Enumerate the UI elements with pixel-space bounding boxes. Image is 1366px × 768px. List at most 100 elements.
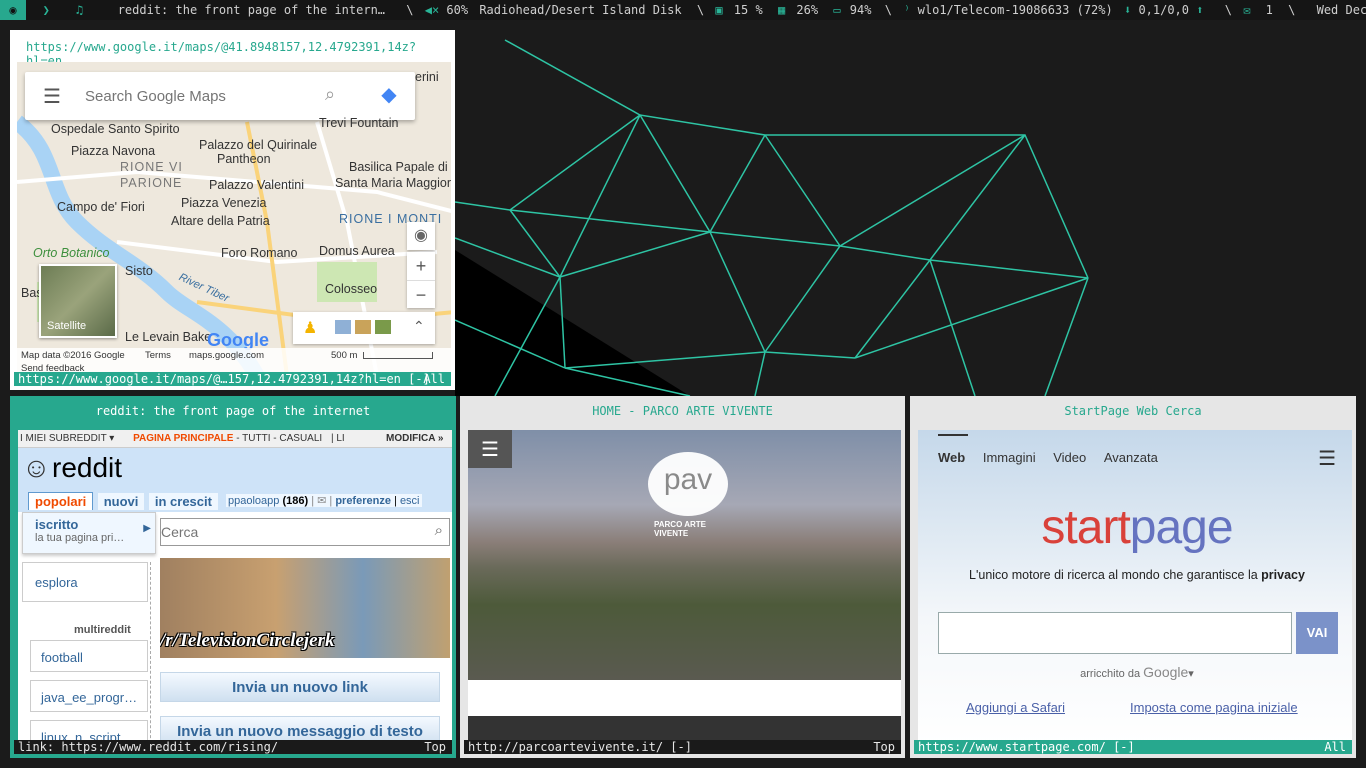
map-label[interactable]: Trevi Fountain <box>319 116 398 130</box>
pav-window-title: HOME - PARCO ARTE VIVENTE <box>464 400 901 422</box>
tab-video[interactable]: Video <box>1053 450 1086 465</box>
net-value: 0,1/0,0 <box>1138 3 1190 17</box>
pav-logo[interactable]: pav <box>648 452 728 516</box>
upload-icon: ⬆ <box>1196 3 1204 17</box>
map-label[interactable]: Piazza Navona <box>71 144 155 158</box>
hamburger-menu-button[interactable]: ☰ <box>468 430 512 468</box>
satellite-label: Satellite <box>47 320 87 332</box>
workspace-icon[interactable]: ◉ <box>0 0 26 20</box>
music-icon[interactable]: ♫ <box>66 0 92 20</box>
pav-window: HOME - PARCO ARTE VIVENTE ☰ pav PARCO AR… <box>460 396 905 758</box>
window-title: reddit: the front page of the intern… <box>117 3 386 17</box>
cpu-icon: ▣ <box>715 3 723 17</box>
terminal-icon[interactable]: ❯ <box>33 0 59 20</box>
map-label[interactable]: Colosseo <box>325 282 377 296</box>
sep: \ <box>696 3 705 17</box>
frontpage-link[interactable]: PAGINA PRINCIPALE <box>133 433 233 444</box>
username-link[interactable]: ppaoloapp <box>228 495 279 507</box>
submit-text-label: Invia un nuovo messaggio di testo <box>177 723 423 740</box>
logo-sub-line: PARCO ARTE <box>654 520 706 529</box>
set-homepage-link[interactable]: Imposta come pagina iniziale <box>1130 700 1298 715</box>
tab-images[interactable]: Immagini <box>983 450 1036 465</box>
preferences-link[interactable]: preferenze <box>335 495 391 507</box>
map-canvas[interactable]: ☰ ⌕ ◆ erini Ospedale Santo Spirito Trevi… <box>17 62 451 376</box>
logout-link[interactable]: esci <box>400 495 420 507</box>
maps-link[interactable]: maps.google.com <box>189 350 264 361</box>
multireddit-item[interactable]: football <box>30 640 148 672</box>
tab-advanced[interactable]: Avanzata <box>1104 450 1158 465</box>
chevron-right-icon: ▶ <box>143 523 151 534</box>
mail-icon[interactable]: | ✉ | <box>311 495 335 507</box>
explore-link[interactable]: esplora <box>35 575 78 590</box>
pav-statusline: http://parcoartevivente.it/ [-] Top <box>464 740 901 754</box>
expand-icon[interactable]: ⌃ <box>413 318 425 335</box>
zoom-out-button[interactable]: − <box>407 280 435 308</box>
search-submit-button[interactable]: VAI <box>1296 612 1338 654</box>
map-label[interactable]: Palazzo del Quirinale <box>199 138 317 152</box>
menu-icon[interactable]: ☰ <box>1318 446 1336 471</box>
mail-count: 1 <box>1265 3 1273 17</box>
map-label[interactable]: Santa Maria Maggiore <box>335 176 451 190</box>
sep: \ <box>406 3 414 17</box>
scroll-position: All <box>1324 740 1346 754</box>
map-label[interactable]: Sisto <box>125 264 153 278</box>
pegman-icon[interactable]: ♟ <box>303 318 317 338</box>
map-label[interactable]: Pantheon <box>217 152 271 166</box>
search-box: ⌕ <box>160 518 450 546</box>
tab-web[interactable]: Web <box>938 450 965 465</box>
logo-text: pav <box>663 463 713 496</box>
imagery-thumb-icon[interactable] <box>355 320 371 334</box>
map-label[interactable]: Piazza Venezia <box>181 196 266 210</box>
directions-icon[interactable]: ◆ <box>377 83 401 107</box>
map-label[interactable]: Orto Botanico <box>33 246 109 260</box>
tagline-text: L'unico motore di ricerca al mondo che g… <box>969 568 1258 582</box>
snoo-icon[interactable]: ☺ <box>22 452 51 484</box>
scroll-position: All <box>423 372 445 386</box>
subreddit-banner[interactable]: /r/TelevisionCirclejerk <box>160 558 450 658</box>
multireddit-item[interactable]: java_ee_progr… <box>30 680 148 712</box>
imagery-thumb-icon[interactable] <box>375 320 391 334</box>
maps-search-box: ☰ ⌕ ◆ <box>25 72 415 120</box>
sidebar-scroller[interactable] <box>150 562 156 748</box>
scroll-position: Top <box>873 740 895 754</box>
tab-in-crescita[interactable]: in crescit <box>148 493 218 510</box>
tab-popolari[interactable]: popolari <box>28 492 94 510</box>
satellite-toggle[interactable]: Satellite <box>39 264 117 338</box>
my-subreddits-dropdown[interactable]: I MIEI SUBREDDIT <box>20 433 107 444</box>
imagery-thumb-icon[interactable] <box>335 320 351 334</box>
map-label[interactable]: Foro Romano <box>221 246 297 260</box>
map-label[interactable]: Le Levain Bake <box>125 330 211 344</box>
map-label[interactable]: Basilica Papale di <box>349 160 448 174</box>
reddit-logo[interactable]: reddit <box>52 452 122 484</box>
submit-link-button[interactable]: Invia un nuovo link <box>160 672 440 702</box>
search-icon[interactable]: ⌕ <box>325 84 335 105</box>
cpu-value: 15 % <box>733 3 763 17</box>
my-location-button[interactable]: ◉ <box>407 222 435 250</box>
startpage-search-input[interactable] <box>938 612 1292 654</box>
explore-box[interactable]: esplora <box>22 562 148 602</box>
maps-status-url: https://www.google.it/maps/@…157,12.4792… <box>18 372 430 386</box>
map-label[interactable]: Domus Aurea <box>319 244 395 258</box>
map-label[interactable]: Palazzo Valentini <box>209 178 304 192</box>
search-icon[interactable]: ⌕ <box>435 522 443 539</box>
startpage-logo[interactable]: startpage <box>918 500 1352 555</box>
reddit-topnav: I MIEI SUBREDDIT ▾ PAGINA PRINCIPALE - T… <box>18 430 452 448</box>
tab-nuovi[interactable]: nuovi <box>97 493 145 510</box>
add-to-safari-link[interactable]: Aggiungi a Safari <box>966 700 1065 715</box>
edit-link[interactable]: MODIFICA » <box>386 430 443 448</box>
nav-links[interactable]: - TUTTI - CASUALI <box>233 433 322 444</box>
zoom-in-button[interactable]: + <box>407 252 435 280</box>
maps-search-input[interactable] <box>85 82 315 110</box>
startpage-window: StartPage Web Cerca Web Immagini Video A… <box>910 396 1356 758</box>
search-input[interactable] <box>161 519 411 545</box>
map-label: PARIONE <box>120 176 183 190</box>
map-label[interactable]: Campo de' Fiori <box>57 200 145 214</box>
menu-icon[interactable]: ☰ <box>43 84 61 109</box>
terms-link[interactable]: Terms <box>145 350 171 361</box>
subscribed-dropdown[interactable]: iscritto la tua pagina pri… ▶ <box>22 512 156 554</box>
map-label[interactable]: Ospedale Santo Spirito <box>51 122 180 136</box>
startpage-status-url: https://www.startpage.com/ [-] <box>918 740 1135 754</box>
scale-bar <box>363 352 433 359</box>
memory-icon: ▦ <box>777 3 786 17</box>
map-label[interactable]: Altare della Patria <box>171 214 270 228</box>
